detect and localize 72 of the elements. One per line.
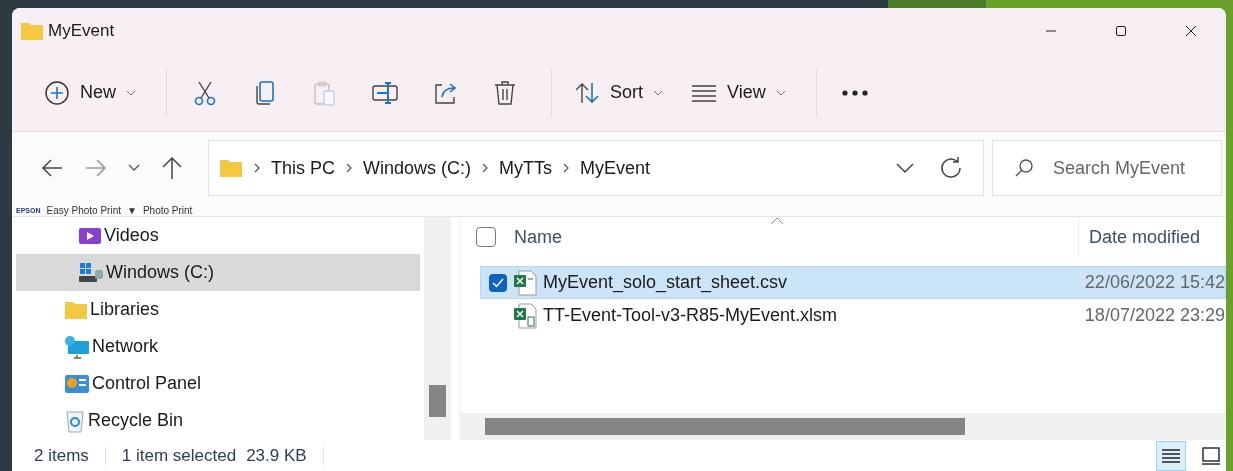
back-arrow-icon: [41, 158, 63, 178]
sidebar-item[interactable]: Control Panel: [16, 365, 420, 402]
toolbar-link[interactable]: Photo Print: [142, 204, 193, 216]
date-modified: 22/06/2022 15:42: [1084, 272, 1225, 293]
address-bar[interactable]: This PC Windows (C:) MyTTs MyEvent: [208, 140, 984, 196]
sidebar-item[interactable]: Network: [16, 328, 420, 365]
sort-up-icon: [770, 217, 784, 225]
window-title: MyEvent: [48, 21, 115, 41]
file-row[interactable]: TT-Event-Tool-v3-R85-MyEvent.xlsm 18/07/2022 23:29: [480, 299, 1226, 332]
file-name: TT-Event-Tool-v3-R85-MyEvent.xlsm: [543, 305, 838, 326]
spreadsheet-file-icon: [513, 302, 537, 329]
close-icon: [1185, 25, 1197, 37]
row-checkbox[interactable]: [489, 273, 507, 292]
chevron-right-icon: [253, 162, 261, 174]
spreadsheet-file-icon: [513, 269, 537, 296]
sidebar-item[interactable]: Recycle Bin: [16, 402, 420, 439]
chevron-down-icon[interactable]: [895, 162, 915, 174]
date-modified: 18/07/2022 23:29: [1084, 305, 1225, 326]
sidebar-item[interactable]: Libraries: [16, 291, 420, 328]
chevron-right-icon: [345, 162, 353, 174]
breadcrumb-item[interactable]: This PC: [271, 157, 335, 179]
tiles-view-icon: [1201, 446, 1221, 465]
column-header[interactable]: Date modified: [1078, 217, 1201, 257]
scrollbar-thumb[interactable]: [485, 418, 965, 435]
breadcrumb-item[interactable]: MyTTs: [499, 157, 553, 179]
breadcrumb-item[interactable]: MyEvent: [580, 157, 651, 179]
folder-icon: [219, 158, 243, 178]
recycle-bin-icon: [64, 408, 86, 433]
sort-arrows-icon: [574, 80, 600, 105]
toolbar-link[interactable]: Easy Photo Print: [46, 204, 121, 216]
chevron-right-icon: [481, 162, 490, 174]
sidebar-item[interactable]: Videos: [16, 217, 420, 254]
trash-icon: [493, 79, 517, 106]
control-panel-icon: [64, 373, 90, 394]
refresh-icon[interactable]: [939, 156, 963, 180]
scrollbar-thumb[interactable]: [429, 385, 446, 417]
item-count: 2 items: [34, 445, 89, 466]
folder-icon: [20, 21, 44, 41]
file-row[interactable]: MyEvent_solo_start_sheet.csv 22/06/2022 15:42: [480, 266, 1226, 299]
checkmark-icon: [492, 277, 504, 288]
drive-icon: [78, 261, 104, 284]
select-all-checkbox[interactable]: [476, 227, 496, 247]
up-arrow-icon: [161, 156, 183, 180]
list-view-icon: [691, 82, 718, 103]
sidebar-item[interactable]: Windows (C:): [16, 254, 420, 291]
forward-arrow-icon: [85, 158, 107, 178]
scissors-icon: [193, 79, 217, 106]
search-field[interactable]: Search MyEvent: [992, 140, 1222, 196]
vertical-scrollbar[interactable]: [424, 217, 451, 440]
network-monitor-icon: [64, 334, 90, 359]
chevron-down-icon: [128, 164, 140, 172]
details-view-button[interactable]: [1156, 440, 1186, 471]
details-view-icon: [1161, 446, 1181, 465]
more-icon: [840, 88, 869, 97]
video-icon: [78, 225, 102, 246]
sort-button[interactable]: Sort: [564, 68, 674, 117]
folder-icon: [64, 299, 88, 320]
selection-size: 23.9 KB: [246, 445, 307, 466]
chevron-right-icon: [562, 162, 571, 174]
view-button[interactable]: View: [681, 68, 796, 117]
rename-icon: [371, 79, 399, 106]
copy-icon: [254, 79, 276, 106]
clipboard-icon: [313, 79, 337, 106]
column-header[interactable]: Name: [514, 226, 562, 248]
maximize-icon: [1115, 25, 1127, 37]
toolbar-link[interactable]: ▼: [127, 204, 137, 216]
new-button[interactable]: New: [34, 68, 146, 117]
horizontal-scrollbar[interactable]: [460, 413, 1226, 440]
plus-icon: [44, 79, 70, 106]
selection-status: 1 item selected: [121, 445, 237, 466]
breadcrumb-item[interactable]: Windows (C:): [363, 157, 472, 179]
file-name: MyEvent_solo_start_sheet.csv: [543, 272, 788, 293]
